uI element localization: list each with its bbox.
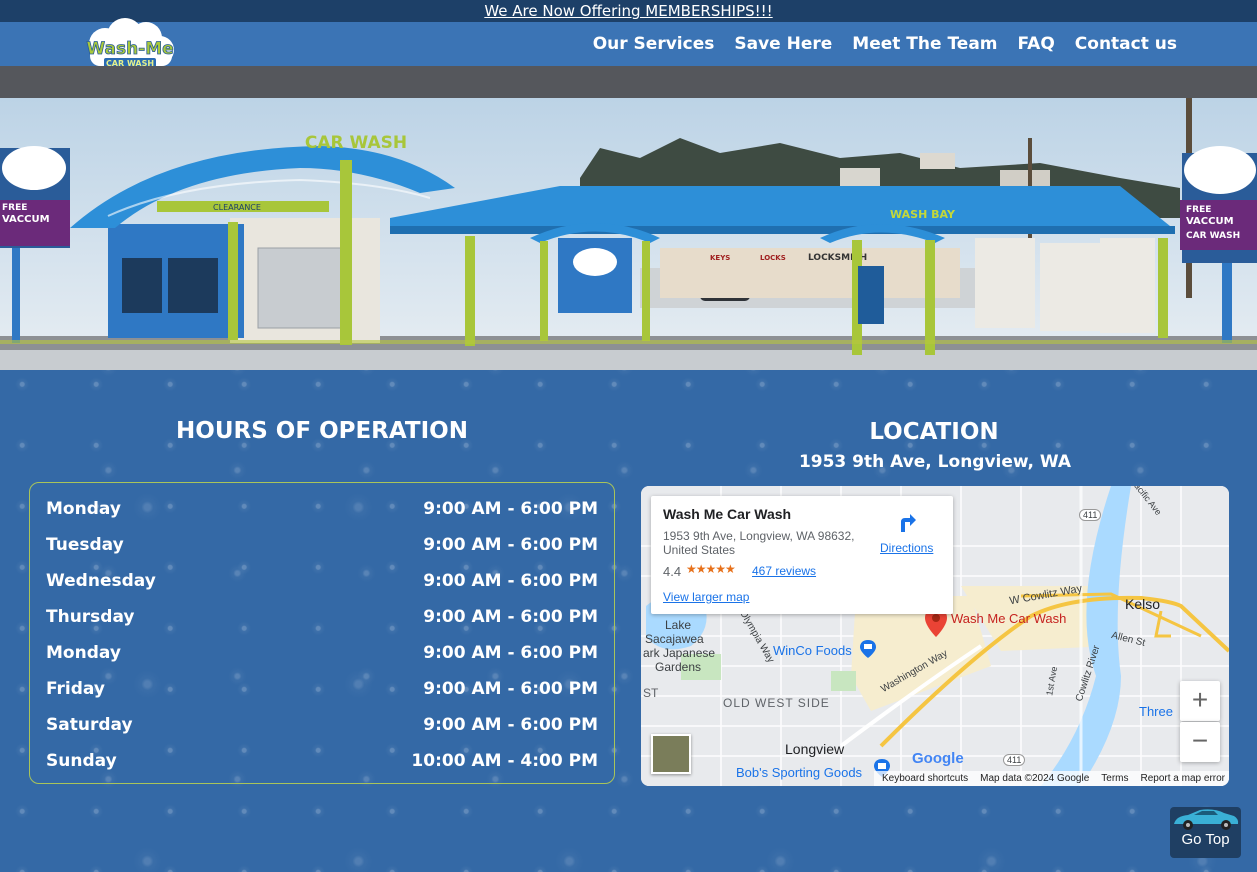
rating-stars-icon: ★★★★★ [686, 562, 736, 576]
place-name: Wash Me Car Wash [663, 506, 792, 522]
report-map-error-link[interactable]: Report a map error [1141, 773, 1225, 784]
hours-day: Monday [46, 643, 121, 663]
map-route-badge: 411 [1003, 754, 1026, 766]
hours-table: Monday 9:00 AM - 6:00 PM Tuesday 9:00 AM… [29, 482, 615, 784]
location-address: 1953 9th Ave, Longview, WA [798, 452, 1072, 472]
hours-time: 9:00 AM - 6:00 PM [423, 571, 598, 591]
keyboard-shortcuts-link[interactable]: Keyboard shortcuts [882, 773, 968, 784]
nav-meet-the-team[interactable]: Meet The Team [852, 34, 997, 54]
view-larger-map-link[interactable]: View larger map [663, 590, 749, 604]
directions-icon[interactable] [893, 510, 919, 536]
nav-faq[interactable]: FAQ [1018, 34, 1055, 54]
header-divider-band [0, 66, 1257, 98]
place-address: 1953 9th Ave, Longview, WA 98632, United… [663, 529, 855, 557]
location-title: LOCATION [869, 419, 999, 445]
reviews-link[interactable]: 467 reviews [752, 564, 816, 578]
logo-text: Wash-Me [86, 39, 173, 59]
canopy-sign: CAR WASH [305, 133, 407, 153]
left-sign-line2: VACCUM [2, 214, 50, 225]
nav-our-services[interactable]: Our Services [593, 34, 715, 54]
directions-link[interactable]: Directions [880, 541, 933, 555]
roof-sign: WASH BAY [890, 208, 956, 221]
store-sign-locks: LOCKS [760, 254, 786, 262]
hours-time: 9:00 AM - 6:00 PM [423, 679, 598, 699]
nav-save-here[interactable]: Save Here [734, 34, 832, 54]
clearance-sign: CLEARANCE [213, 203, 261, 212]
right-sign-line3: CAR WASH [1186, 231, 1240, 241]
hours-time: 9:00 AM - 6:00 PM [423, 715, 598, 735]
satellite-toggle-thumbnail[interactable] [651, 734, 691, 774]
hours-time: 9:00 AM - 6:00 PM [423, 535, 598, 555]
map-attribution-bar: Keyboard shortcuts Map data ©2024 Google… [873, 771, 1229, 786]
map-label-winco: WinCo Foods [773, 643, 852, 658]
hours-row: Monday 9:00 AM - 6:00 PM [46, 491, 598, 527]
hours-day: Monday [46, 499, 121, 519]
hours-day: Wednesday [46, 571, 156, 591]
map-label-kelso: Kelso [1125, 596, 1161, 612]
right-sign-line2: VACCUM [1186, 216, 1234, 227]
map-label-lake-4: Gardens [655, 660, 702, 674]
place-rating: 4.4 [663, 564, 682, 579]
hours-day: Thursday [46, 607, 135, 627]
left-sign-line1: FREE [2, 203, 27, 213]
map-label-three: Three [1139, 704, 1173, 719]
place-info-card: Wash Me Car Wash 1953 9th Ave, Longview,… [651, 496, 953, 614]
hours-row: Monday 9:00 AM - 6:00 PM [46, 635, 598, 671]
zoom-in-button[interactable]: + [1180, 681, 1220, 721]
hours-time: 10:00 AM - 4:00 PM [411, 751, 598, 771]
main-nav: Our Services Save Here Meet The Team FAQ… [593, 22, 1177, 66]
terms-link[interactable]: Terms [1101, 773, 1128, 784]
google-logo: Google [912, 750, 964, 767]
map-label-st: ST [643, 686, 659, 700]
announcement-bar: We Are Now Offering MEMBERSHIPS!!! [0, 0, 1257, 22]
map-label-lake-1: Lake [665, 618, 692, 632]
go-top-button[interactable]: Go Top [1170, 807, 1241, 858]
map-label-old-west-side: OLD WEST SIDE [723, 696, 830, 710]
car-icon [1174, 809, 1239, 830]
hours-day: Saturday [46, 715, 133, 735]
google-map-embed[interactable]: Kelso Wash Me Car Wash W Cowlitz Way All… [641, 486, 1229, 786]
hours-time: 9:00 AM - 6:00 PM [423, 499, 598, 519]
hours-row: Saturday 9:00 AM - 6:00 PM [46, 707, 598, 743]
map-label-lake-2: Sacajawea [645, 632, 704, 646]
map-label-lake-3: ark Japanese [643, 646, 716, 660]
map-label-longview: Longview [785, 741, 845, 757]
hours-day: Tuesday [46, 535, 124, 555]
hours-row: Sunday 10:00 AM - 4:00 PM [46, 743, 598, 779]
right-sign-line1: FREE [1186, 205, 1211, 215]
map-label-bobs: Bob's Sporting Goods [736, 765, 863, 780]
hero-car-wash-illustration: KEYS LOCKS LOCKSMITH WASH BAY CAR WASH C… [0, 98, 1257, 370]
store-sign-keys: KEYS [710, 254, 730, 262]
hours-row: Tuesday 9:00 AM - 6:00 PM [46, 527, 598, 563]
site-logo[interactable]: Wash-Me CAR WASH [80, 14, 180, 74]
go-top-label: Go Top [1181, 831, 1230, 848]
shopping-pin-icon[interactable] [859, 639, 877, 659]
memberships-link[interactable]: We Are Now Offering MEMBERSHIPS!!! [484, 2, 772, 20]
hours-row: Friday 9:00 AM - 6:00 PM [46, 671, 598, 707]
nav-contact-us[interactable]: Contact us [1075, 34, 1177, 54]
hours-title: HOURS OF OPERATION [176, 418, 468, 444]
hours-row: Wednesday 9:00 AM - 6:00 PM [46, 563, 598, 599]
zoom-out-button[interactable]: − [1180, 722, 1220, 762]
map-route-badge: 411 [1079, 509, 1102, 521]
hours-day: Sunday [46, 751, 117, 771]
hours-day: Friday [46, 679, 105, 699]
navbar: Wash-Me CAR WASH Our Services Save Here … [0, 18, 1257, 68]
map-data-text: Map data ©2024 Google [980, 773, 1090, 784]
map-label-place: Wash Me Car Wash [951, 611, 1067, 626]
hours-time: 9:00 AM - 6:00 PM [423, 643, 598, 663]
hours-time: 9:00 AM - 6:00 PM [423, 607, 598, 627]
hours-row: Thursday 9:00 AM - 6:00 PM [46, 599, 598, 635]
